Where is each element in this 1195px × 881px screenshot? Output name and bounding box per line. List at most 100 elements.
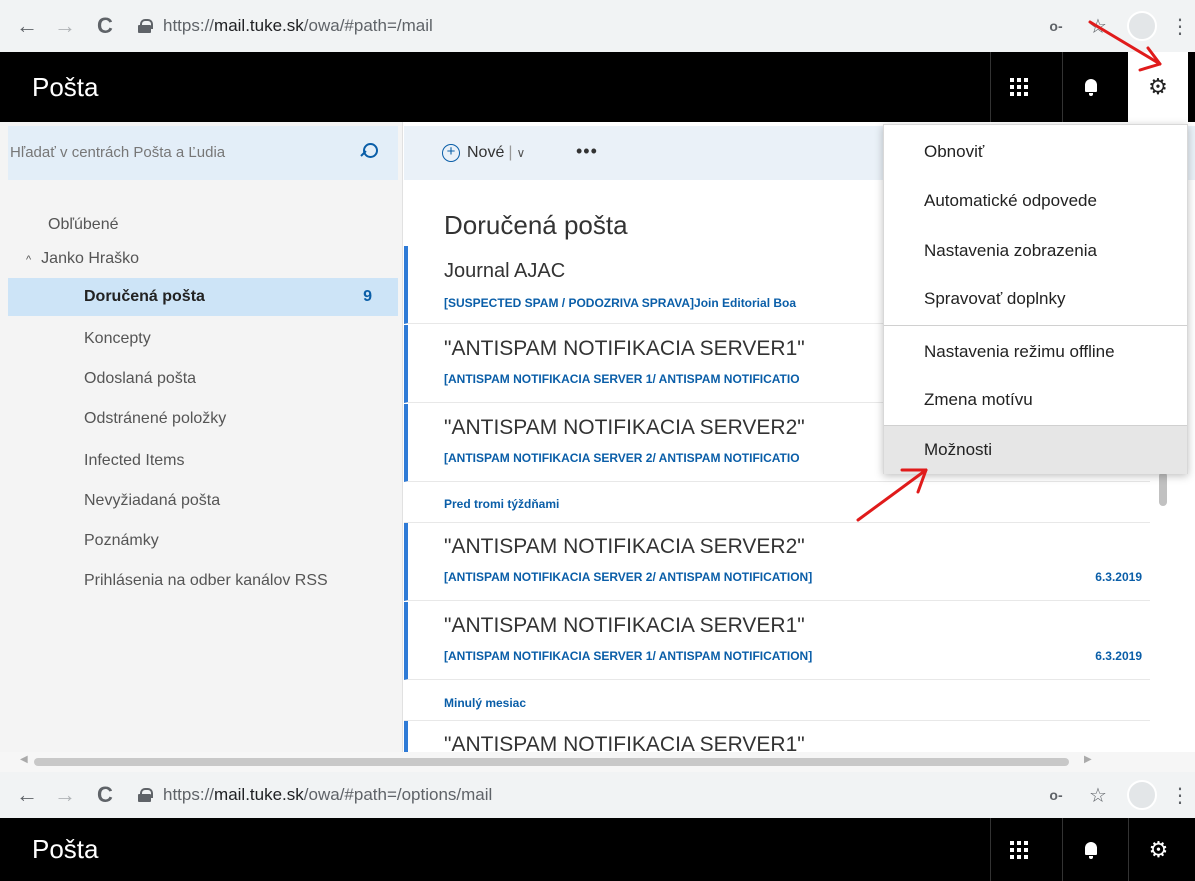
account-node[interactable]: ^ Janko Hraško: [26, 240, 139, 278]
gear-icon: ⚙: [1148, 74, 1168, 99]
star-icon[interactable]: ☆: [1077, 783, 1119, 808]
url-path: /owa/#path=/mail: [303, 16, 433, 35]
new-label: Nové: [467, 144, 505, 161]
url-scheme: https://: [163, 16, 215, 35]
menu-item-options[interactable]: Možnosti: [884, 426, 1187, 474]
lock-icon: [138, 788, 153, 802]
key-icon[interactable]: o-: [1035, 787, 1077, 803]
message-date: 6.3.2019: [1095, 649, 1142, 663]
app-title[interactable]: Pošta: [32, 52, 99, 122]
forward-icon[interactable]: →: [50, 0, 80, 52]
folder-inbox[interactable]: Doručená pošta 9: [8, 278, 398, 316]
address-bar[interactable]: https://mail.tuke.sk/owa/#path=/options/…: [138, 785, 492, 805]
app-header: Pošta ⚙: [0, 52, 1195, 122]
menu-item-display-settings[interactable]: Nastavenia zobrazenia: [884, 226, 1187, 276]
back-icon[interactable]: ←: [12, 772, 42, 818]
menu-item-refresh[interactable]: Obnoviť: [884, 127, 1187, 177]
chevron-down-icon[interactable]: ∨: [517, 126, 526, 180]
folder-title: Doručená pošta: [444, 210, 628, 240]
profile-avatar-icon[interactable]: [1127, 11, 1157, 41]
folder-junk[interactable]: Nevyžiadaná pošta: [0, 482, 398, 520]
reload-icon[interactable]: C: [90, 772, 120, 818]
search-icon[interactable]: [360, 143, 378, 161]
message-item[interactable]: "ANTISPAM NOTIFIKACIA SERVER1" [ANTISPAM…: [404, 602, 1150, 680]
message-subject: [ANTISPAM NOTIFIKACIA SERVER 2/ ANTISPAM…: [444, 570, 813, 584]
star-icon[interactable]: ☆: [1077, 14, 1119, 39]
browser-menu-icon[interactable]: ⋮: [1165, 783, 1195, 808]
menu-item-change-theme[interactable]: Zmena motívu: [884, 375, 1187, 425]
message-subject: [ANTISPAM NOTIFIKACIA SERVER 1/ ANTISPAM…: [444, 649, 813, 663]
key-icon[interactable]: o-: [1035, 18, 1077, 34]
plus-circle-icon: +: [442, 144, 460, 162]
group-header-three-weeks: Pred tromi týždňami: [444, 497, 560, 511]
browser-menu-icon[interactable]: ⋮: [1165, 14, 1195, 39]
settings-button[interactable]: ⚙: [1128, 52, 1188, 122]
scrollbar-thumb[interactable]: [1159, 472, 1167, 506]
folder-label: Doručená pošta: [84, 288, 205, 305]
waffle-icon: [1009, 840, 1028, 859]
browser-actions: o- ☆ ⋮: [1035, 0, 1195, 52]
message-sender: "ANTISPAM NOTIFIKACIA SERVER1": [444, 614, 805, 637]
scroll-left-icon[interactable]: ◀: [20, 754, 28, 765]
bell-icon: [1084, 841, 1098, 859]
search-input[interactable]: Hľadať v centrách Pošta a Ľudia: [8, 126, 398, 180]
message-subject: [ANTISPAM NOTIFIKACIA SERVER 2/ ANTISPAM…: [444, 451, 800, 465]
app-launcher-button[interactable]: [990, 818, 1046, 881]
notifications-button[interactable]: [1062, 818, 1118, 881]
favorites-header[interactable]: Obľúbené: [48, 206, 119, 244]
reload-icon[interactable]: C: [90, 0, 120, 52]
bell-icon: [1084, 79, 1098, 96]
message-sender: "ANTISPAM NOTIFIKACIA SERVER1": [444, 337, 805, 360]
new-message-button[interactable]: + Nové | ∨: [442, 126, 525, 180]
lock-icon: [138, 19, 153, 33]
account-name: Janko Hraško: [41, 250, 139, 267]
folder-infected[interactable]: Infected Items: [0, 442, 398, 480]
address-bar[interactable]: https://mail.tuke.sk/owa/#path=/mail: [138, 16, 433, 36]
more-icon[interactable]: •••: [576, 126, 598, 176]
menu-divider: [884, 325, 1187, 326]
scroll-right-icon[interactable]: ▶: [1084, 754, 1092, 765]
horizontal-scrollbar[interactable]: ◀ ▶: [0, 752, 1195, 772]
folder-pane: Hľadať v centrách Pošta a Ľudia Obľúbené…: [0, 122, 403, 752]
profile-avatar-icon[interactable]: [1127, 780, 1157, 810]
url-scheme: https://: [163, 785, 215, 804]
message-subject: [ANTISPAM NOTIFIKACIA SERVER 1/ ANTISPAM…: [444, 372, 800, 386]
notifications-button[interactable]: [1062, 52, 1118, 122]
back-icon[interactable]: ←: [12, 0, 42, 52]
folder-sent[interactable]: Odoslaná pošta: [0, 360, 398, 398]
url-path: /owa/#path=/options/mail: [303, 785, 493, 804]
menu-item-offline-settings[interactable]: Nastavenia režimu offline: [884, 327, 1187, 377]
url-host: mail.tuke.sk: [214, 785, 304, 804]
menu-item-automatic-replies[interactable]: Automatické odpovede: [884, 176, 1187, 226]
folder-deleted[interactable]: Odstránené položky: [0, 400, 398, 438]
folder-rss[interactable]: Prihlásenia na odber kanálov RSS: [0, 562, 398, 600]
browser-toolbar-bottom: ← → C https://mail.tuke.sk/owa/#path=/op…: [0, 772, 1195, 818]
group-header-last-month: Minulý mesiac: [444, 696, 527, 710]
message-item[interactable]: "ANTISPAM NOTIFIKACIA SERVER2" [ANTISPAM…: [404, 523, 1150, 601]
new-divider: |: [508, 144, 513, 161]
waffle-icon: [1009, 78, 1028, 96]
forward-icon[interactable]: →: [50, 772, 80, 818]
url-host: mail.tuke.sk: [214, 16, 304, 35]
unread-count: 9: [363, 288, 372, 305]
browser-actions: o- ☆ ⋮: [1035, 772, 1195, 818]
settings-button[interactable]: ⚙: [1128, 818, 1188, 881]
message-date: 6.3.2019: [1095, 570, 1142, 584]
message-subject: [SUSPECTED SPAM / PODOZRIVA SPRAVA]Join …: [444, 296, 797, 310]
app-launcher-button[interactable]: [990, 52, 1046, 122]
folder-notes[interactable]: Poznámky: [0, 522, 398, 560]
browser-toolbar-top: ← → C https://mail.tuke.sk/owa/#path=/ma…: [0, 0, 1195, 52]
folder-drafts[interactable]: Koncepty: [0, 320, 398, 358]
message-sender: Journal AJAC: [444, 260, 566, 282]
app-title[interactable]: Pošta: [32, 818, 99, 881]
search-placeholder: Hľadať v centrách Pošta a Ľudia: [10, 144, 226, 161]
settings-menu: Obnoviť Automatické odpovede Nastavenia …: [883, 124, 1188, 474]
message-sender: "ANTISPAM NOTIFIKACIA SERVER2": [444, 416, 805, 439]
menu-item-manage-addins[interactable]: Spravovať doplnky: [884, 274, 1187, 324]
message-sender: "ANTISPAM NOTIFIKACIA SERVER2": [444, 535, 805, 558]
gear-icon: ⚙: [1148, 836, 1169, 862]
screenshot: ← → C https://mail.tuke.sk/owa/#path=/ma…: [0, 0, 1195, 881]
collapse-caret-icon[interactable]: ^: [26, 241, 31, 279]
app-header-bottom: Pošta ⚙: [0, 818, 1195, 881]
scrollbar-thumb[interactable]: [34, 758, 1069, 766]
